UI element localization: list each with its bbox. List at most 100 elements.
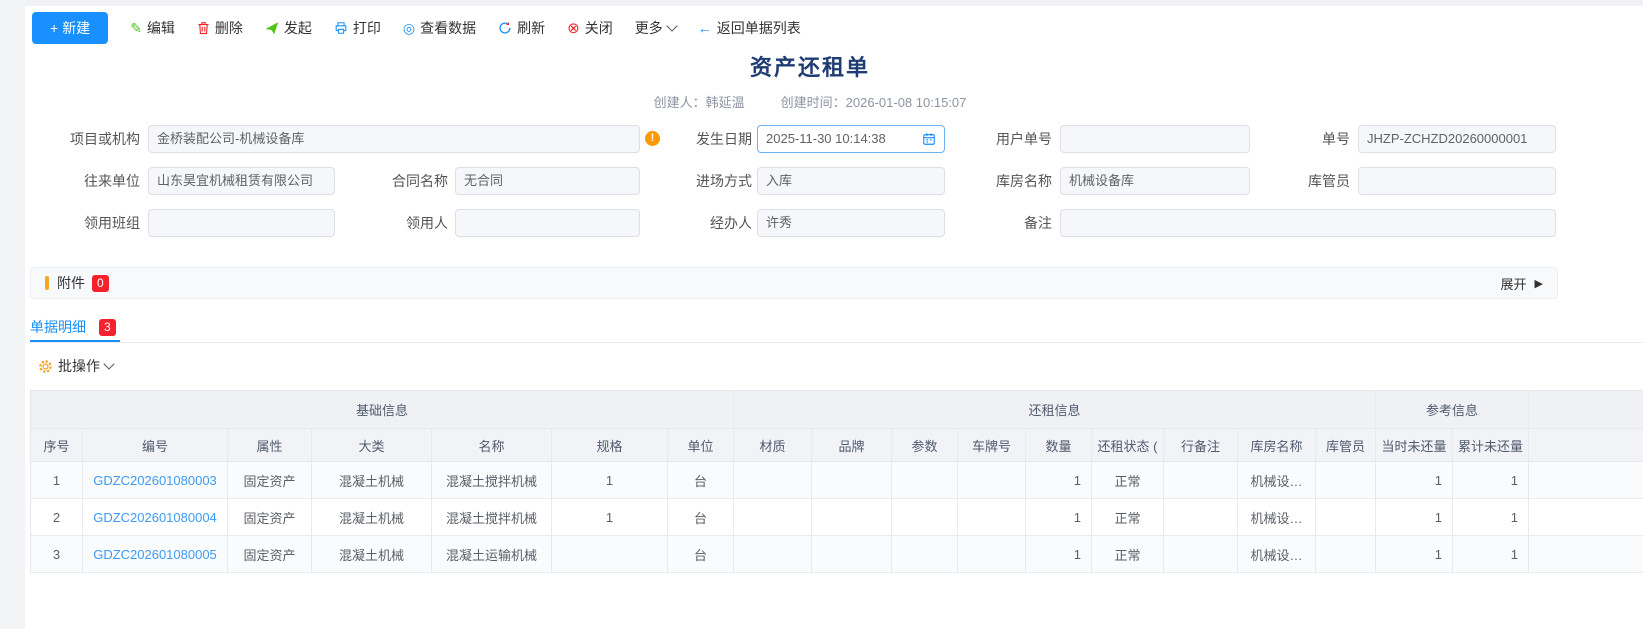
gear-icon <box>38 359 53 374</box>
document-form: 项目或机构 金桥装配公司-机械设备库 ! 发生日期 2025-11-30 10:… <box>0 120 1643 250</box>
refresh-button[interactable]: 刷新 <box>498 18 545 38</box>
doc-no-field[interactable]: JHZP-ZCHZD20260000001 <box>1358 125 1556 153</box>
table-cell <box>1164 462 1238 499</box>
table-cell: 台 <box>668 462 734 499</box>
table-cell: 固定资产 <box>228 536 312 573</box>
table-cell: 2 <box>31 499 83 536</box>
close-circle-icon: ⊗ <box>567 21 580 36</box>
page-title: 资产还租单 <box>0 50 1620 82</box>
send-icon <box>265 21 279 35</box>
table-cell: 混凝土搅拌机械 <box>432 499 552 536</box>
table-row: 1GDZC202601080003固定资产混凝土机械混凝土搅拌机械1台1正常机械… <box>31 462 1643 499</box>
handler-field[interactable]: 许秀 <box>757 209 945 237</box>
new-button[interactable]: +新建 <box>32 12 108 44</box>
table-cell <box>1164 536 1238 573</box>
table-cell <box>892 499 958 536</box>
edit-button[interactable]: ✎编辑 <box>130 18 175 38</box>
column-header: 库房名称 <box>1238 429 1316 462</box>
table-cell: 3 <box>31 536 83 573</box>
table-cell: 固定资产 <box>228 462 312 499</box>
delete-button[interactable]: 删除 <box>197 18 243 38</box>
user-order-no-label: 用户单号 <box>942 125 1052 153</box>
table-cell: 正常 <box>1092 462 1164 499</box>
column-header: 名称 <box>432 429 552 462</box>
detail-count-badge: 3 <box>99 319 116 336</box>
tab-bar: 单据明细 3 <box>30 314 1643 343</box>
table-cell: 1 <box>1026 462 1092 499</box>
back-button[interactable]: ←返回单据列表 <box>698 18 801 38</box>
table-cell: 混凝土运输机械 <box>432 536 552 573</box>
table-cell <box>892 462 958 499</box>
table-cell <box>1529 462 1643 499</box>
document-header: 资产还租单 创建人：韩延温 创建时间：2026-01-08 10:15:07 <box>0 50 1620 111</box>
back-arrow-icon: ← <box>698 21 712 35</box>
recipient-team-field[interactable] <box>148 209 335 237</box>
table-cell: 固定资产 <box>228 499 312 536</box>
toolbar: +新建 ✎编辑 删除 发起 打印 ◎查看数据 刷新 ⊗关闭 更多 ←返回单据列表 <box>25 6 1643 50</box>
warehouse-keeper-field[interactable] <box>1358 167 1556 195</box>
entry-mode-field[interactable]: 入库 <box>757 167 945 195</box>
batch-operations-button[interactable]: 批操作 <box>38 356 113 376</box>
table-cell: 混凝土搅拌机械 <box>432 462 552 499</box>
table-group-header <box>1529 391 1643 429</box>
warehouse-keeper-label: 库管员 <box>1240 167 1350 195</box>
attachments-bar: 附件 0 展开 ▶ <box>30 267 1558 299</box>
occur-date-field[interactable]: 2025-11-30 10:14:38 <box>757 125 945 153</box>
table-cell: 1 <box>1376 499 1453 536</box>
table-cell <box>958 536 1026 573</box>
table-cell <box>1529 536 1643 573</box>
document-meta: 创建人：韩延温 创建时间：2026-01-08 10:15:07 <box>0 92 1620 111</box>
asset-code-link[interactable]: GDZC202601080005 <box>83 536 228 573</box>
user-order-no-field[interactable] <box>1060 125 1250 153</box>
table-cell <box>892 536 958 573</box>
table-cell <box>812 499 892 536</box>
column-header: 数量 <box>1026 429 1092 462</box>
table-cell: 1 <box>1026 536 1092 573</box>
tab-detail[interactable]: 单据明细 3 <box>30 314 120 342</box>
print-button[interactable]: 打印 <box>334 18 381 38</box>
table-group-header: 参考信息 <box>1376 391 1529 429</box>
expand-button[interactable]: 展开 ▶ <box>1501 274 1543 293</box>
calendar-icon[interactable] <box>922 132 936 146</box>
section-marker-icon <box>45 276 49 290</box>
recipient-team-label: 领用班组 <box>30 209 140 237</box>
view-data-button[interactable]: ◎查看数据 <box>403 18 476 38</box>
table-cell <box>734 499 812 536</box>
entry-mode-label: 进场方式 <box>642 167 752 195</box>
table-cell <box>1316 536 1376 573</box>
table-cell: 机械设… <box>1238 536 1316 573</box>
initiate-button[interactable]: 发起 <box>265 18 312 38</box>
table-cell: 1 <box>1376 462 1453 499</box>
asset-code-link[interactable]: GDZC202601080004 <box>83 499 228 536</box>
table-cell: 混凝土机械 <box>312 536 432 573</box>
printer-icon <box>334 21 348 35</box>
column-header: 还租状态 ( <box>1092 429 1164 462</box>
table-cell: 机械设… <box>1238 499 1316 536</box>
column-header: 序号 <box>31 429 83 462</box>
counterparty-field[interactable]: 山东昊宜机械租赁有限公司 <box>148 167 335 195</box>
warehouse-name-field[interactable]: 机械设备库 <box>1060 167 1250 195</box>
table-cell: 1 <box>552 499 668 536</box>
contract-name-label: 合同名称 <box>338 167 448 195</box>
table-cell: 1 <box>1376 536 1453 573</box>
more-button[interactable]: 更多 <box>635 18 676 38</box>
table-row: 2GDZC202601080004固定资产混凝土机械混凝土搅拌机械1台1正常机械… <box>31 499 1643 536</box>
table-cell <box>552 536 668 573</box>
table-cell: 1 <box>1453 536 1529 573</box>
column-header: 编号 <box>83 429 228 462</box>
recipient-field[interactable] <box>455 209 640 237</box>
attachments-label: 附件 <box>57 273 85 293</box>
column-header: 属性 <box>228 429 312 462</box>
table-cell <box>734 462 812 499</box>
project-field[interactable]: 金桥装配公司-机械设备库 <box>148 125 640 153</box>
trash-icon <box>197 21 210 35</box>
chevron-down-icon <box>103 358 114 369</box>
close-button[interactable]: ⊗关闭 <box>567 18 613 38</box>
column-header: 当时未还量 <box>1376 429 1453 462</box>
contract-name-field[interactable]: 无合同 <box>455 167 640 195</box>
table-cell <box>958 462 1026 499</box>
table-row: 3GDZC202601080005固定资产混凝土机械混凝土运输机械台1正常机械设… <box>31 536 1643 573</box>
table-cell: 台 <box>668 499 734 536</box>
remark-field[interactable] <box>1060 209 1556 237</box>
asset-code-link[interactable]: GDZC202601080003 <box>83 462 228 499</box>
